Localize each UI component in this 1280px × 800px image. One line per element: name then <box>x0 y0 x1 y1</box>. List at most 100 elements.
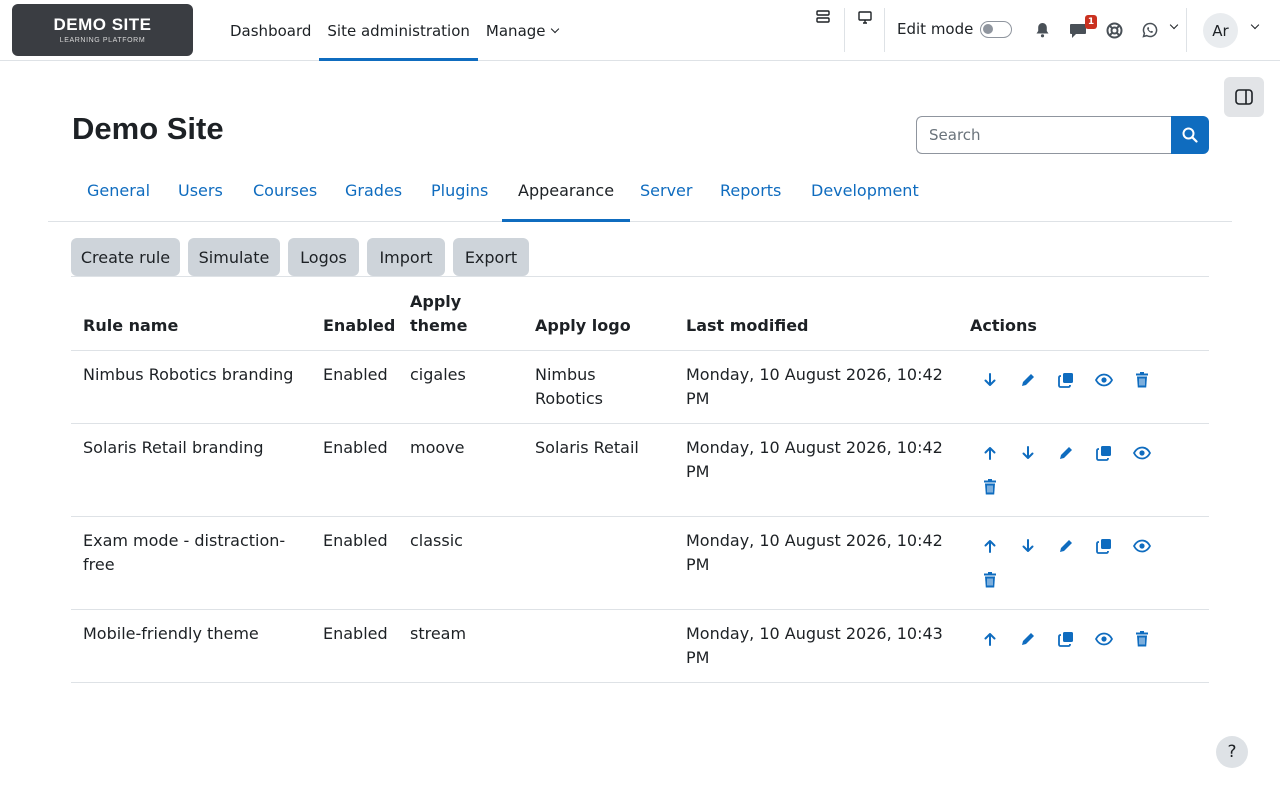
last-modified-cell: Monday, 10 August 2026, 10:42 PM <box>686 436 943 484</box>
edit-pencil-icon[interactable] <box>1056 536 1076 556</box>
last-modified-line2: PM <box>686 648 710 667</box>
enabled-cell: Enabled <box>323 531 388 550</box>
tab-general[interactable]: General <box>87 170 150 222</box>
last-modified-line1: Monday, 10 August 2026, 10:42 <box>686 438 943 457</box>
search-button[interactable] <box>1171 116 1209 154</box>
enabled-cell: Enabled <box>323 624 388 643</box>
monitor-icon[interactable] <box>855 8 875 26</box>
search-icon <box>1182 127 1198 143</box>
lifebuoy-help-icon[interactable] <box>1104 20 1124 40</box>
delete-trash-icon[interactable] <box>980 570 1000 590</box>
move-up-icon[interactable] <box>980 536 1000 556</box>
logo-cell: Nimbus Robotics <box>535 363 603 411</box>
rule-name-line1: Exam mode - distraction- <box>83 531 286 550</box>
tab-courses[interactable]: Courses <box>253 170 317 222</box>
logo-cell-line2: Robotics <box>535 389 603 408</box>
site-logo[interactable]: DEMO SITE LEARNING PLATFORM <box>12 4 193 56</box>
last-modified-cell: Monday, 10 August 2026, 10:42 PM <box>686 363 943 411</box>
preview-eye-icon[interactable] <box>1132 536 1152 556</box>
chevron-down-icon[interactable] <box>1169 20 1179 30</box>
tab-plugins[interactable]: Plugins <box>431 170 488 222</box>
column-header-apply-theme-line2: theme <box>410 316 468 335</box>
rule-name-line2: free <box>83 555 115 574</box>
edit-mode-label: Edit mode <box>897 20 974 38</box>
delete-trash-icon[interactable] <box>1132 370 1152 390</box>
primary-navigation: Dashboard Site administration Manage <box>222 0 566 61</box>
move-down-icon[interactable] <box>980 370 1000 390</box>
messages-count-badge: 1 <box>1085 15 1097 29</box>
column-header-apply-theme: Apply theme <box>410 290 467 338</box>
user-avatar[interactable]: Ar <box>1203 13 1238 48</box>
tab-appearance[interactable]: Appearance <box>501 170 631 222</box>
notifications-bell-icon[interactable] <box>1032 20 1052 40</box>
page-title: Demo Site <box>72 111 224 146</box>
rule-name-cell: Exam mode - distraction- free <box>83 529 285 577</box>
rule-name-cell: Solaris Retail branding <box>83 438 264 457</box>
create-rule-button[interactable]: Create rule <box>71 238 180 276</box>
navbar-divider <box>1186 8 1187 52</box>
delete-trash-icon[interactable] <box>980 477 1000 497</box>
preview-eye-icon[interactable] <box>1132 443 1152 463</box>
admin-search <box>916 116 1209 154</box>
blocks-layout-icon[interactable] <box>813 8 833 26</box>
preview-eye-icon[interactable] <box>1094 629 1114 649</box>
duplicate-icon[interactable] <box>1056 629 1076 649</box>
tab-development[interactable]: Development <box>811 170 919 222</box>
move-down-icon[interactable] <box>1018 536 1038 556</box>
block-drawer-toggle[interactable] <box>1224 77 1264 117</box>
edit-pencil-icon[interactable] <box>1018 629 1038 649</box>
sidebar-panel-icon <box>1235 89 1253 105</box>
edit-pencil-icon[interactable] <box>1056 443 1076 463</box>
simulate-button[interactable]: Simulate <box>188 238 280 276</box>
import-button[interactable]: Import <box>367 238 445 276</box>
navbar-divider <box>884 8 885 52</box>
last-modified-line2: PM <box>686 389 710 408</box>
duplicate-icon[interactable] <box>1094 443 1114 463</box>
nav-dashboard[interactable]: Dashboard <box>222 0 319 61</box>
enabled-cell: Enabled <box>323 438 388 457</box>
avatar-initials: Ar <box>1212 21 1229 40</box>
nav-manage[interactable]: Manage <box>478 0 566 61</box>
column-header-actions: Actions <box>970 316 1037 335</box>
duplicate-icon[interactable] <box>1094 536 1114 556</box>
table-row: Solaris Retail branding Enabled moove So… <box>71 423 1209 516</box>
nav-dashboard-label: Dashboard <box>230 21 312 40</box>
chevron-down-icon[interactable] <box>1250 20 1260 30</box>
rule-name-cell: Mobile-friendly theme <box>83 624 259 643</box>
edit-pencil-icon[interactable] <box>1018 370 1038 390</box>
move-down-icon[interactable] <box>1018 443 1038 463</box>
site-logo-name: DEMO SITE <box>53 15 152 34</box>
table-row: Exam mode - distraction- free Enabled cl… <box>71 516 1209 609</box>
navbar-divider <box>844 8 845 52</box>
theme-cell: stream <box>410 624 467 643</box>
column-header-last-modified: Last modified <box>686 316 809 335</box>
nav-site-administration[interactable]: Site administration <box>319 0 478 61</box>
tab-server[interactable]: Server <box>640 170 692 222</box>
last-modified-cell: Monday, 10 August 2026, 10:43 PM <box>686 622 943 670</box>
table-row: Mobile-friendly theme Enabled stream Mon… <box>71 609 1209 682</box>
duplicate-icon[interactable] <box>1056 370 1076 390</box>
delete-trash-icon[interactable] <box>1132 629 1152 649</box>
tab-users[interactable]: Users <box>178 170 223 222</box>
help-button[interactable]: ? <box>1216 736 1248 768</box>
search-input[interactable] <box>916 116 1172 154</box>
logo-cell: Solaris Retail <box>535 438 639 457</box>
last-modified-line2: PM <box>686 555 710 574</box>
whatsapp-icon[interactable] <box>1140 20 1160 40</box>
export-button[interactable]: Export <box>453 238 529 276</box>
logos-button[interactable]: Logos <box>288 238 359 276</box>
tab-grades[interactable]: Grades <box>345 170 402 222</box>
last-modified-line1: Monday, 10 August 2026, 10:42 <box>686 531 943 550</box>
tab-reports[interactable]: Reports <box>720 170 781 222</box>
move-up-icon[interactable] <box>980 443 1000 463</box>
logo-cell-line1: Nimbus <box>535 365 596 384</box>
toggle-knob <box>983 24 993 34</box>
last-modified-line1: Monday, 10 August 2026, 10:43 <box>686 624 943 643</box>
column-header-enabled: Enabled <box>323 316 396 335</box>
edit-mode-toggle[interactable] <box>980 21 1012 38</box>
theme-cell: cigales <box>410 365 466 384</box>
nav-site-administration-label: Site administration <box>327 21 470 40</box>
preview-eye-icon[interactable] <box>1094 370 1114 390</box>
last-modified-line1: Monday, 10 August 2026, 10:42 <box>686 365 943 384</box>
move-up-icon[interactable] <box>980 629 1000 649</box>
